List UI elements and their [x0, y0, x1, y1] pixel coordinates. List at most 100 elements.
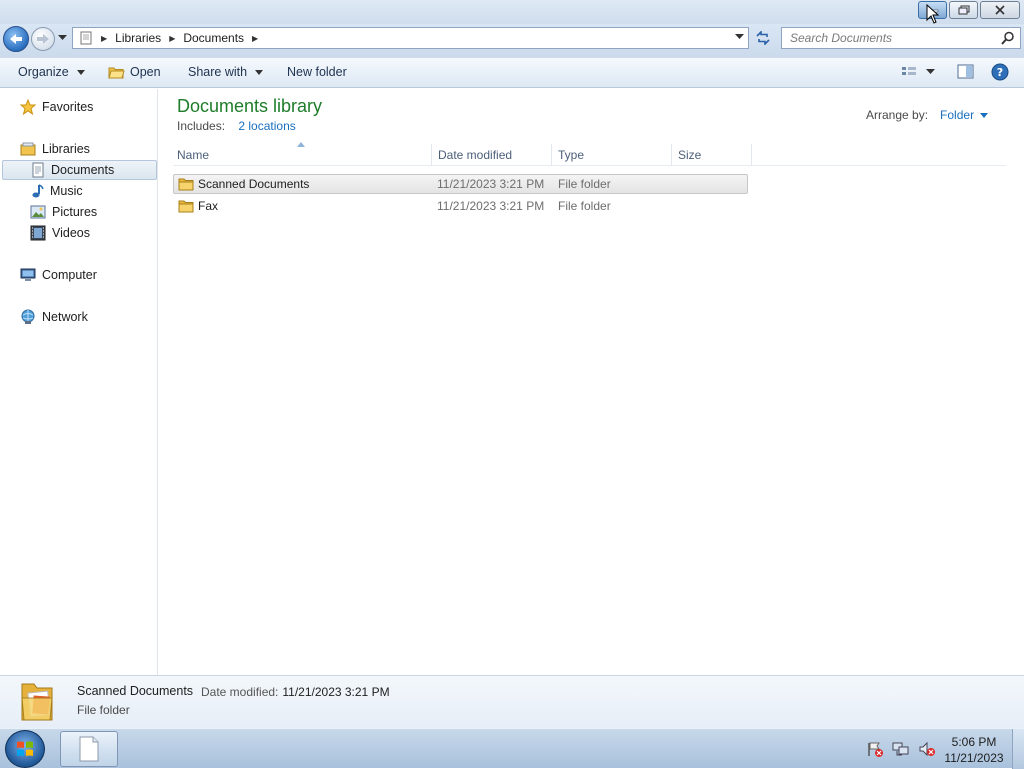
sort-ascending-icon: [297, 142, 305, 147]
folder-icon: [178, 200, 194, 213]
nav-network-label: Network: [42, 310, 88, 324]
breadcrumb-separator-icon[interactable]: ▶: [169, 34, 175, 43]
details-file-name: Scanned Documents: [77, 684, 194, 698]
view-options-dropdown-icon[interactable]: [926, 69, 935, 75]
arrange-label: Arrange by:: [866, 108, 929, 122]
nav-music[interactable]: Music: [30, 181, 83, 201]
nav-videos[interactable]: Videos: [30, 223, 90, 243]
new-folder-label: New folder: [287, 65, 347, 79]
close-button[interactable]: [980, 1, 1020, 19]
windows-logo-icon: [17, 741, 33, 756]
recent-pages-dropdown-icon[interactable]: [58, 35, 67, 41]
nav-favorites[interactable]: Favorites: [20, 97, 93, 117]
breadcrumb-separator-icon[interactable]: ▶: [252, 34, 258, 43]
refresh-button[interactable]: [752, 27, 774, 49]
nav-music-label: Music: [50, 184, 83, 198]
table-row[interactable]: Scanned Documents 11/21/2023 3:21 PM Fil…: [173, 174, 748, 194]
nav-videos-label: Videos: [52, 226, 90, 240]
network-status-icon[interactable]: [892, 741, 910, 757]
column-divider[interactable]: [751, 144, 752, 166]
svg-text:?: ?: [997, 66, 1003, 79]
system-clock[interactable]: 5:06 PM 11/21/2023: [937, 734, 1011, 766]
file-date: 11/21/2023 3:21 PM: [437, 177, 545, 191]
breadcrumb-documents[interactable]: Documents: [183, 31, 244, 45]
large-folder-icon: [21, 683, 53, 721]
file-type: File folder: [558, 199, 611, 213]
open-button[interactable]: Open: [108, 65, 161, 79]
column-size[interactable]: Size: [678, 148, 701, 166]
breadcrumb-libraries[interactable]: Libraries: [115, 31, 161, 45]
address-toolbar: ▶ Libraries ▶ Documents ▶: [0, 24, 1024, 58]
nav-pictures[interactable]: Pictures: [30, 202, 97, 222]
taskbar-explorer-button[interactable]: [60, 731, 118, 767]
help-icon[interactable]: ?: [991, 63, 1009, 81]
arrange-value: Folder: [940, 108, 975, 122]
file-list-area: Documents library Includes: 2 locations …: [159, 89, 1024, 675]
nav-computer-label: Computer: [42, 268, 97, 282]
clock-date: 11/21/2023: [944, 751, 1004, 765]
column-divider[interactable]: [551, 144, 552, 166]
network-icon: [21, 309, 35, 324]
pictures-icon: [30, 205, 46, 219]
arrange-by-dropdown[interactable]: Folder: [940, 108, 989, 122]
preview-pane-icon[interactable]: [957, 64, 974, 80]
new-folder-button[interactable]: New folder: [287, 65, 347, 79]
nav-libraries[interactable]: Libraries: [20, 139, 90, 159]
column-divider[interactable]: [431, 144, 432, 166]
organize-button[interactable]: Organize: [18, 65, 85, 79]
share-with-button[interactable]: Share with: [188, 65, 264, 79]
search-icon[interactable]: [1001, 31, 1015, 45]
chevron-down-icon: [255, 69, 264, 75]
column-divider[interactable]: [671, 144, 672, 166]
breadcrumb: ▶ Libraries ▶ Documents ▶: [79, 31, 266, 45]
search-input[interactable]: [788, 30, 998, 46]
file-name: Fax: [198, 199, 219, 213]
volume-muted-icon[interactable]: [918, 741, 936, 757]
column-name[interactable]: Name: [177, 148, 209, 166]
details-pane: Scanned Documents Date modified: 11/21/20…: [0, 675, 1024, 728]
details-date: Date modified: 11/21/2023 3:21 PM: [201, 685, 390, 699]
locations-link[interactable]: 2 locations: [238, 119, 295, 133]
column-date-modified[interactable]: Date modified: [438, 148, 512, 166]
chevron-down-icon: [980, 112, 989, 118]
change-view-icon[interactable]: [901, 64, 917, 80]
folder-icon: [178, 178, 194, 191]
forward-button[interactable]: [31, 27, 55, 51]
clock-time: 5:06 PM: [951, 735, 997, 749]
computer-icon: [20, 268, 36, 281]
file-name: Scanned Documents: [198, 177, 310, 191]
includes-label: Includes:: [177, 119, 226, 133]
action-center-flag-icon[interactable]: [866, 741, 884, 757]
nav-documents[interactable]: Documents: [2, 160, 157, 180]
nav-computer[interactable]: Computer: [20, 265, 97, 285]
nav-favorites-label: Favorites: [42, 100, 94, 114]
blank-document-icon: [79, 736, 99, 762]
back-arrow-icon: [10, 34, 22, 44]
address-bar[interactable]: ▶ Libraries ▶ Documents ▶: [72, 27, 749, 49]
start-button[interactable]: [5, 730, 45, 768]
column-type[interactable]: Type: [558, 148, 584, 166]
page-title: Documents library: [177, 96, 323, 116]
arrange-by: Arrange by: Folder: [866, 108, 989, 122]
details-file-type: File folder: [77, 703, 130, 717]
show-desktop-button[interactable]: [1012, 729, 1024, 769]
restore-button[interactable]: [949, 1, 978, 19]
system-tray: [866, 741, 936, 757]
breadcrumb-separator-icon[interactable]: ▶: [101, 34, 107, 43]
nav-libraries-label: Libraries: [42, 142, 90, 156]
search-box[interactable]: [781, 27, 1021, 49]
table-row[interactable]: Fax 11/21/2023 3:21 PM File folder: [173, 196, 748, 216]
music-note-icon: [32, 184, 44, 198]
documents-icon: [32, 162, 44, 178]
organize-label: Organize: [18, 65, 69, 79]
nav-network[interactable]: Network: [20, 307, 88, 327]
details-date-label: Date modified:: [201, 685, 279, 699]
nav-documents-label: Documents: [51, 163, 115, 177]
mouse-cursor-icon: [926, 4, 940, 24]
back-button[interactable]: [3, 26, 29, 52]
library-location-icon: [80, 31, 92, 45]
library-includes: Includes: 2 locations: [177, 119, 296, 133]
address-history-dropdown-icon[interactable]: [735, 34, 744, 40]
favorites-star-icon: [20, 99, 36, 115]
refresh-icon: [756, 31, 770, 45]
